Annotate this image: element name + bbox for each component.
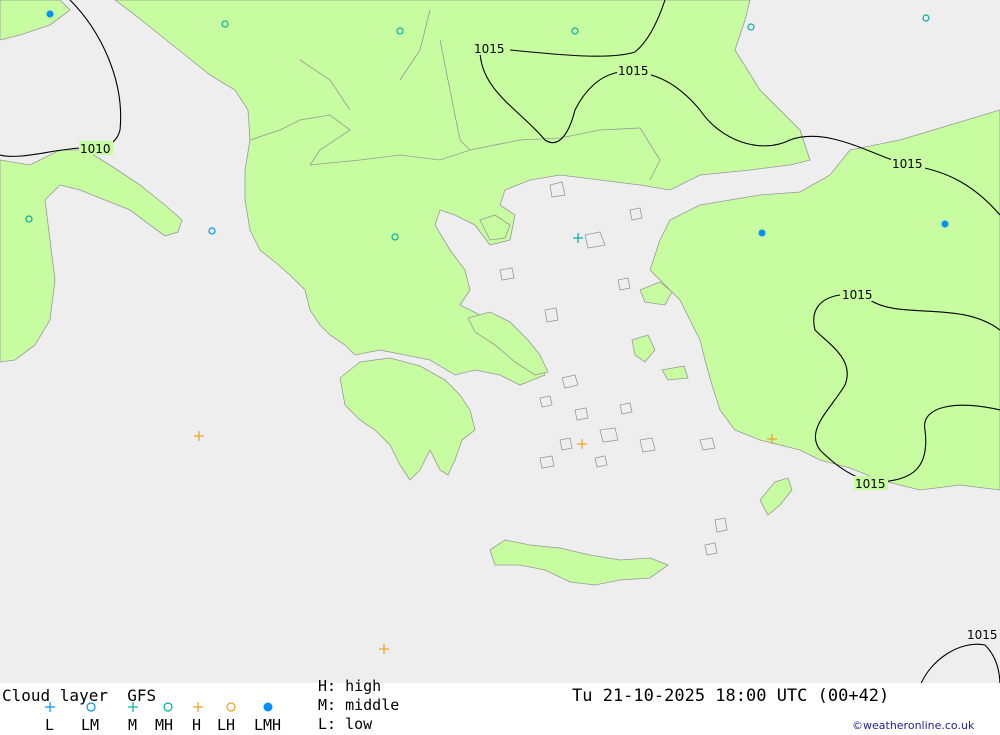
legend-label-lmh: LMH [254, 716, 282, 734]
key-low: L: low [318, 715, 373, 733]
forecast-datetime: Tu 21-10-2025 18:00 UTC (00+42) [572, 686, 890, 706]
legend-label-lh: LH [217, 716, 236, 734]
legend-label-mh: MH [155, 716, 174, 734]
weather-map: 1015 1015 1010 1015 1015 1015 1015 [0, 0, 1000, 686]
credit-link[interactable]: ©weatheronline.co.uk [852, 717, 974, 735]
isobar-label: 1015 [892, 157, 923, 171]
lmh-dot-icon [758, 229, 766, 237]
key-middle: M: middle [318, 696, 400, 714]
isobar-label: 1010 [80, 142, 111, 156]
legend-label-lm: LM [81, 716, 100, 734]
legend-m-plus-icon [128, 702, 138, 712]
legend-label-h: H [192, 716, 202, 734]
isobar-label: 1015 [967, 628, 998, 642]
legend-lh-circle-icon [226, 702, 236, 712]
legend-h-plus-icon [193, 702, 203, 712]
legend-l-plus-icon [45, 702, 55, 712]
lmh-dot-icon [941, 220, 949, 228]
key-high: H: high [318, 677, 382, 695]
isobar-label: 1015 [618, 64, 649, 78]
lmh-dot-icon [46, 10, 54, 18]
legend-label-l: L [45, 716, 55, 734]
legend-mh-circle-icon [163, 702, 173, 712]
legend-lm-circle-icon [86, 702, 96, 712]
isobar-label: 1015 [855, 477, 886, 491]
isobar-label: 1015 [842, 288, 873, 302]
legend-label-m: M [128, 716, 138, 734]
legend-symbols [45, 702, 273, 712]
legend-lmh-dot-icon [263, 702, 273, 712]
footer: Cloud layer GFS Tu 21-10-2025 18:00 UTC … [0, 677, 1000, 735]
isobar-label: 1015 [474, 42, 505, 56]
